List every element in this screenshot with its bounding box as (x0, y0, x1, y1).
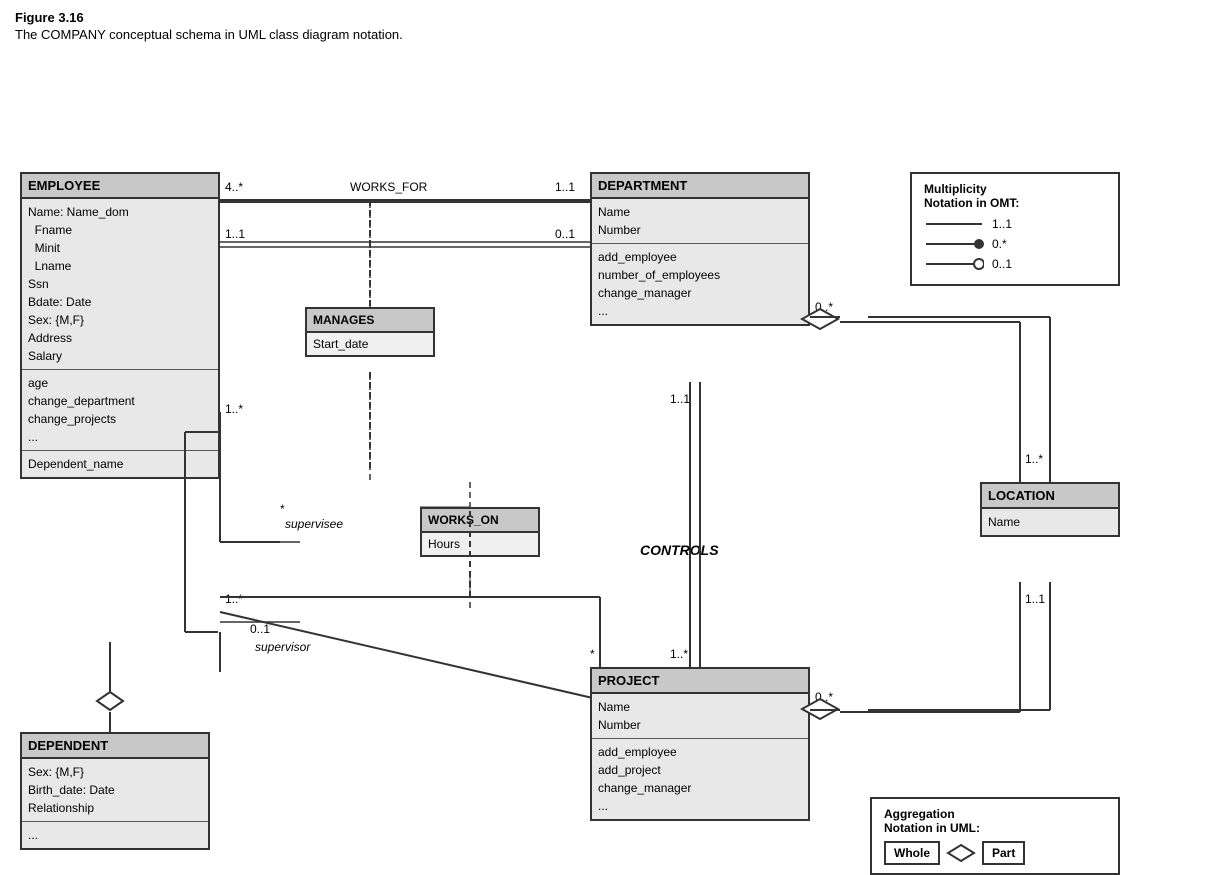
works-on-section: Hours (422, 533, 538, 555)
controls-label: CONTROLS (640, 542, 719, 558)
department-section2: add_employee number_of_employees change_… (592, 244, 808, 324)
agg-part: Part (982, 841, 1025, 865)
employee-class: EMPLOYEE Name: Name_dom Fname Minit Lnam… (20, 172, 220, 479)
diagram-area: EMPLOYEE Name: Name_dom Fname Minit Lnam… (0, 52, 1206, 852)
department-header: DEPARTMENT (592, 174, 808, 199)
location-header: LOCATION (982, 484, 1118, 509)
dep-diamond-svg (95, 690, 125, 712)
notation-row-11: 1..1 (924, 216, 1106, 232)
figure-title: Figure 3.16 (15, 10, 1191, 25)
supervisee-label: supervisee (285, 517, 343, 531)
multiplicity-notation-box: Multiplicity Notation in OMT: 1..1 0.* 0… (910, 172, 1120, 286)
supervisor-label: supervisor (255, 640, 310, 654)
manages-header: MANAGES (307, 309, 433, 333)
location-section1: Name (982, 509, 1118, 535)
notation-label-0star: 0.* (992, 237, 1007, 251)
department-class: DEPARTMENT Name Number add_employee numb… (590, 172, 810, 326)
mult-011: 0..1 (555, 227, 575, 241)
notation-line-01 (924, 256, 984, 272)
mult-011b: 0..1 (250, 622, 270, 636)
department-section1: Name Number (592, 199, 808, 244)
works-for-label: WORKS_FOR (350, 180, 427, 194)
notation-title: Multiplicity Notation in OMT: (924, 182, 1106, 210)
mult-11d: 1..1 (1025, 592, 1045, 606)
dependent-class: DEPENDENT Sex: {M,F} Birth_date: Date Re… (20, 732, 210, 850)
mult-1star-c: 1..* (225, 592, 243, 606)
notation-line-0star (924, 236, 984, 252)
mult-1star-b: 1..* (670, 647, 688, 661)
dependent-header: DEPENDENT (22, 734, 208, 759)
location-class: LOCATION Name (980, 482, 1120, 537)
notation-line-11 (924, 216, 984, 232)
figure-caption: The COMPANY conceptual schema in UML cla… (15, 27, 1191, 42)
works-on-header: WORKS_ON (422, 509, 538, 533)
employee-section2: age change_department change_projects ..… (22, 370, 218, 451)
notation-row-01: 0..1 (924, 256, 1106, 272)
mult-11a: 1..1 (555, 180, 575, 194)
works-on-box: WORKS_ON Hours (420, 507, 540, 557)
dependent-section1: Sex: {M,F} Birth_date: Date Relationship (22, 759, 208, 822)
mult-1star-loc: 1..* (1025, 452, 1043, 466)
notation-label-01: 0..1 (992, 257, 1012, 271)
agg-title: Aggregation Notation in UML: (884, 807, 1106, 835)
mult-11b: 1..1 (225, 227, 245, 241)
dependent-section2: ... (22, 822, 208, 848)
mult-star-a: * (280, 502, 285, 516)
mult-star-b: * (590, 647, 595, 661)
proj-diamond-svg (800, 697, 840, 722)
mult-4star: 4..* (225, 180, 243, 194)
employee-section1: Name: Name_dom Fname Minit Lname Ssn Bda… (22, 199, 218, 370)
dept-diamond-svg (800, 307, 840, 332)
project-section1: Name Number (592, 694, 808, 739)
agg-row: Whole Part (884, 841, 1106, 865)
agg-whole: Whole (884, 841, 940, 865)
mult-1star-a: 1..* (225, 402, 243, 416)
project-class: PROJECT Name Number add_employee add_pro… (590, 667, 810, 821)
notation-label-11: 1..1 (992, 217, 1012, 231)
aggregation-notation-box: Aggregation Notation in UML: Whole Part (870, 797, 1120, 875)
project-section2: add_employee add_project change_manager … (592, 739, 808, 819)
employee-header: EMPLOYEE (22, 174, 218, 199)
employee-section3: Dependent_name (22, 451, 218, 477)
manages-box: MANAGES Start_date (305, 307, 435, 357)
manages-section: Start_date (307, 333, 433, 355)
agg-diamond-icon (946, 843, 976, 863)
project-header: PROJECT (592, 669, 808, 694)
mult-11c: 1..1 (670, 392, 690, 406)
notation-row-0star: 0.* (924, 236, 1106, 252)
